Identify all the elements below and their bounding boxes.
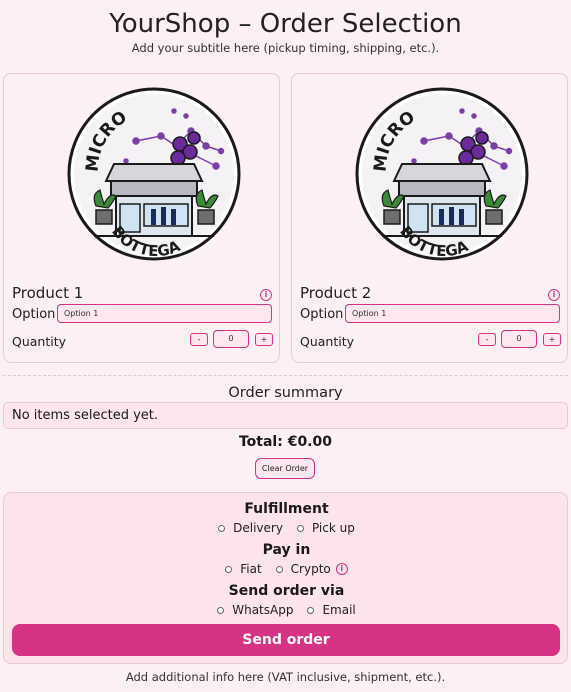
radio-label: Crypto: [290, 562, 331, 576]
radio-email[interactable]: Email: [307, 603, 356, 617]
send-order-button[interactable]: Send order: [12, 624, 560, 656]
option-select[interactable]: Option 1: [57, 304, 272, 323]
quantity-increment-button[interactable]: +: [255, 333, 273, 346]
radio-button[interactable]: [225, 565, 233, 573]
info-icon[interactable]: i: [260, 289, 272, 301]
quantity-label: Quantity: [300, 334, 355, 349]
product-card-2: MICRO BOTTEGA Product 2 i Option Option …: [291, 73, 568, 363]
option-label: Option: [300, 307, 344, 322]
radio-button[interactable]: [307, 606, 315, 614]
radio-delivery[interactable]: Delivery: [218, 521, 283, 535]
product-grid: MICRO BOTTEGA Product 1 i Option Option …: [0, 55, 571, 363]
shop-logo: MICRO BOTTEGA: [355, 87, 529, 261]
fulfillment-options: Delivery Pick up: [4, 521, 569, 535]
quantity-label: Quantity: [12, 334, 67, 349]
radio-button[interactable]: [275, 565, 283, 573]
checkout-panel: Fulfillment Delivery Pick up Pay in Fiat…: [3, 492, 568, 664]
product-name: Product 1: [12, 284, 84, 302]
radio-fiat[interactable]: Fiat: [225, 562, 262, 576]
radio-label: WhatsApp: [232, 603, 294, 617]
option-label: Option: [12, 307, 56, 322]
page-title: YourShop – Order Selection: [109, 9, 462, 39]
page-subtitle: Add your subtitle here (pickup timing, s…: [131, 41, 440, 55]
radio-label: Delivery: [233, 521, 283, 535]
quantity-decrement-button[interactable]: -: [478, 333, 496, 346]
order-summary-title: Order summary: [228, 385, 343, 401]
payin-options: Fiat Crypto i: [4, 562, 569, 576]
payin-title: Pay in: [262, 542, 311, 558]
send-via-title: Send order via: [228, 583, 345, 599]
footer-note: Add additional info here (VAT inclusive,…: [125, 670, 446, 684]
info-icon[interactable]: i: [548, 289, 560, 301]
shop-logo: MICRO BOTTEGA: [67, 87, 241, 261]
radio-button[interactable]: [296, 524, 304, 532]
radio-button[interactable]: [218, 524, 226, 532]
send-via-options: WhatsApp Email: [4, 603, 569, 617]
section-divider: [3, 375, 568, 376]
fulfillment-title: Fulfillment: [244, 501, 329, 517]
order-total: Total: €0.00: [238, 434, 332, 450]
quantity-input[interactable]: 0: [213, 330, 249, 348]
product-name: Product 2: [300, 284, 372, 302]
radio-whatsapp[interactable]: WhatsApp: [217, 603, 293, 617]
quantity-input[interactable]: 0: [501, 330, 537, 348]
clear-order-button[interactable]: Clear Order: [255, 458, 315, 479]
radio-button[interactable]: [217, 606, 225, 614]
radio-label: Email: [322, 603, 356, 617]
info-icon[interactable]: i: [335, 563, 348, 575]
product-card-1: MICRO BOTTEGA Product 1 i Option Option …: [3, 73, 280, 363]
radio-pickup[interactable]: Pick up: [296, 521, 355, 535]
quantity-increment-button[interactable]: +: [543, 333, 561, 346]
radio-label: Pick up: [311, 521, 355, 535]
radio-crypto[interactable]: Crypto i: [275, 562, 348, 576]
quantity-decrement-button[interactable]: -: [190, 333, 208, 346]
order-summary-box: No items selected yet.: [3, 402, 568, 429]
radio-label: Fiat: [240, 562, 262, 576]
option-select[interactable]: Option 1: [345, 304, 560, 323]
